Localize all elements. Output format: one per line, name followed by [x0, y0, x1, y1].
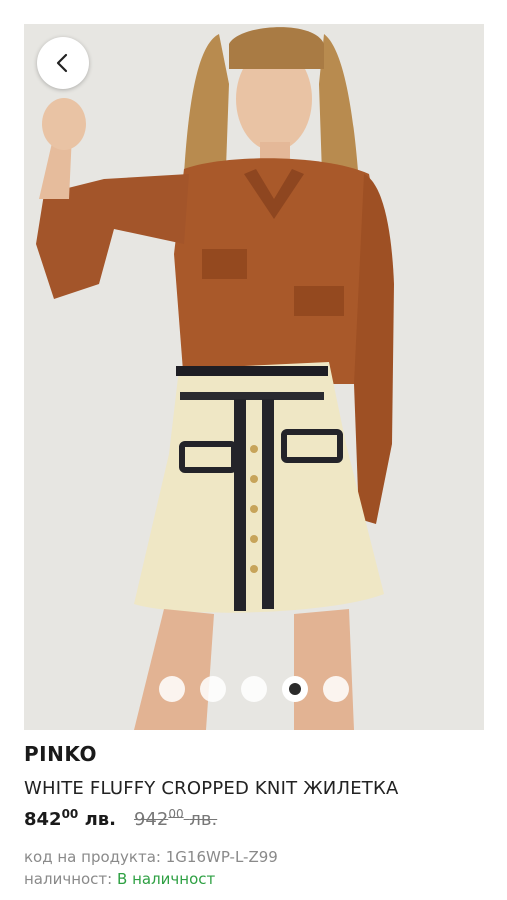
pagination-dot[interactable] — [241, 676, 267, 702]
old-price: 94200 лв. — [133, 807, 218, 830]
product-photo — [24, 24, 484, 730]
product-meta: код на продукта: 1G16WP-L-Z99 наличност:… — [24, 846, 483, 890]
product-availability: наличност: В наличност — [24, 870, 216, 888]
pagination-dot[interactable] — [200, 676, 226, 702]
product-info: PINKO WHITE FLUFFY CROPPED KNIT ЖИЛЕТКА … — [24, 740, 483, 890]
product-title: WHITE FLUFFY CROPPED KNIT ЖИЛЕТКА — [24, 778, 399, 799]
product-code: код на продукта: 1G16WP-L-Z99 — [24, 848, 278, 866]
price-block: 84200 лв. 94200 лв. — [24, 807, 483, 830]
product-image-gallery[interactable] — [24, 24, 484, 730]
back-button[interactable] — [37, 37, 89, 89]
current-price: 84200 лв. — [24, 807, 116, 830]
pagination-dot-active[interactable] — [282, 676, 308, 702]
pagination-dot[interactable] — [159, 676, 185, 702]
product-brand: PINKO — [24, 742, 97, 766]
gallery-pagination — [24, 676, 484, 702]
chevron-left-icon — [56, 53, 68, 73]
pagination-dot[interactable] — [323, 676, 349, 702]
availability-status: В наличност — [117, 870, 216, 888]
